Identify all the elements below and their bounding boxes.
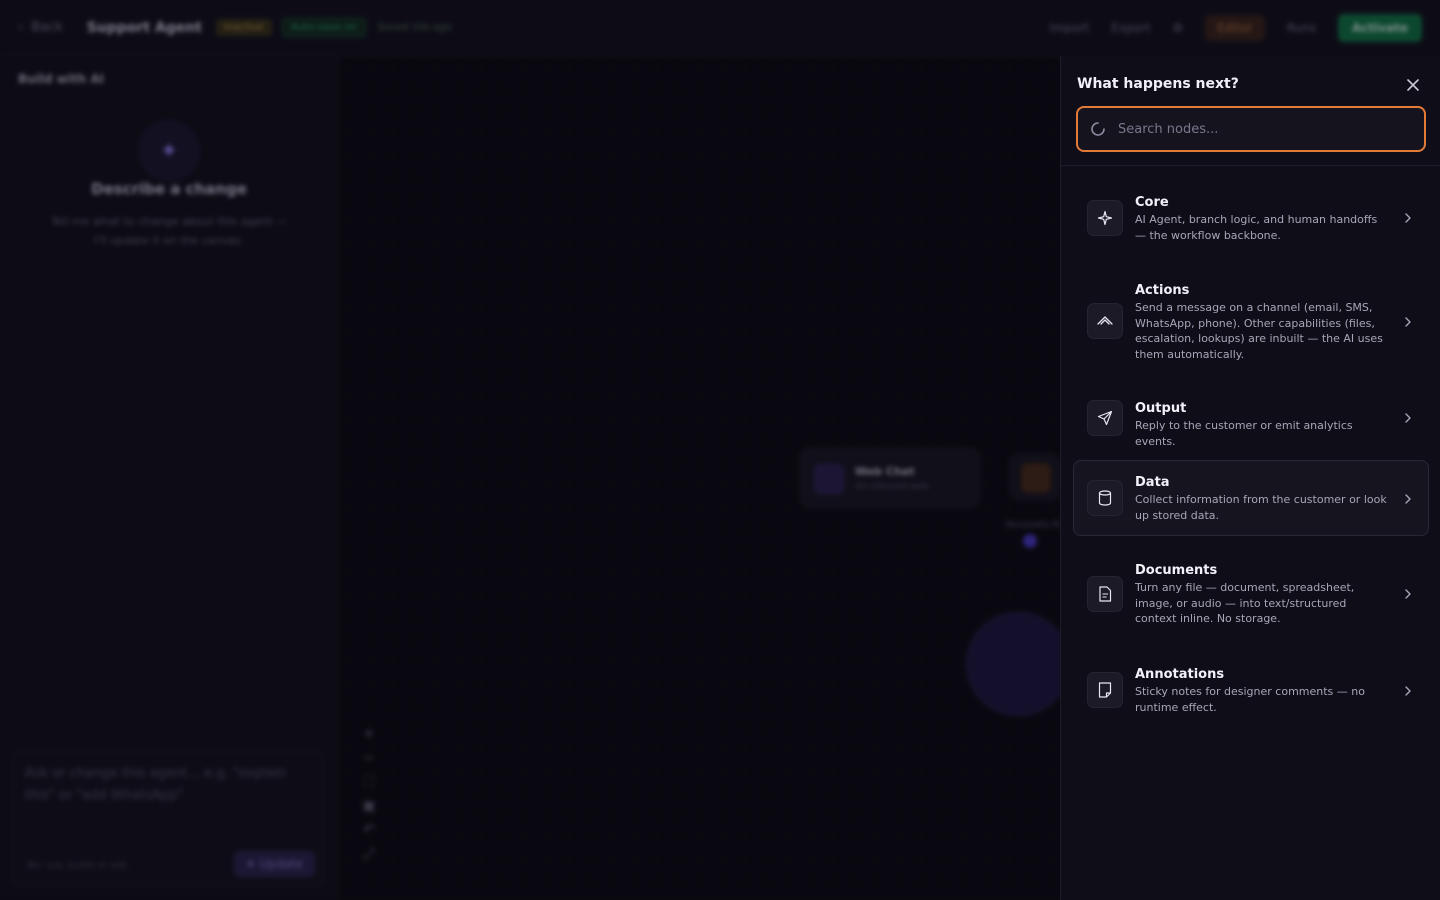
undo-icon[interactable]: ↶ xyxy=(363,822,375,838)
category-actions[interactable]: Actions Send a message on a channel (ema… xyxy=(1073,268,1429,374)
add-node-zone[interactable] xyxy=(966,612,1070,716)
category-data[interactable]: Data Collect information from the custom… xyxy=(1073,460,1429,536)
category-name: Core xyxy=(1135,195,1169,210)
note-icon xyxy=(1087,672,1123,708)
edge-label: Personality M xyxy=(1006,520,1060,529)
sparkle-icon: ✦ xyxy=(138,120,200,182)
divider xyxy=(1061,165,1440,166)
export-button[interactable]: Export xyxy=(1111,21,1150,35)
top-bar-actions: Import Export ⚙ Editor Runs Activate xyxy=(1049,13,1422,42)
wave-icon xyxy=(1087,303,1123,339)
category-name: Data xyxy=(1135,475,1170,490)
search-input[interactable] xyxy=(1118,116,1414,142)
category-name: Annotations xyxy=(1135,667,1225,682)
search-box[interactable] xyxy=(1076,106,1426,152)
activate-button[interactable]: Activate xyxy=(1337,13,1422,42)
node-picker-panel: What happens next? Core AI Agent, branch… xyxy=(1060,56,1440,900)
chevron-right-icon xyxy=(1405,317,1411,327)
editor-tab[interactable]: Editor xyxy=(1205,14,1265,41)
chevron-right-icon xyxy=(1405,213,1411,223)
zoom-out-icon[interactable]: − xyxy=(363,750,375,766)
back-button[interactable]: ‹ Back xyxy=(18,20,63,35)
describe-change-title: Describe a change xyxy=(91,180,247,198)
category-name: Output xyxy=(1135,401,1187,416)
node-title: Web Chat xyxy=(855,465,915,478)
category-output[interactable]: Output Reply to the customer or emit ana… xyxy=(1073,386,1429,448)
document-icon xyxy=(1087,576,1123,612)
top-bar: ‹ Back Support Agent Inactive Auto-save … xyxy=(0,0,1440,56)
category-name: Documents xyxy=(1135,563,1218,578)
chevron-right-icon xyxy=(1405,589,1411,599)
category-documents[interactable]: Documents Turn any file — document, spre… xyxy=(1073,548,1429,638)
chevron-right-icon xyxy=(1405,494,1411,504)
loading-spinner-icon xyxy=(1091,122,1105,136)
build-with-ai-header: Build with AI xyxy=(18,72,105,86)
ai-chat-hint: ⌘↵ use, builds or edit xyxy=(27,861,128,871)
category-annotations[interactable]: Annotations Sticky notes for designer co… xyxy=(1073,652,1429,728)
settings-icon[interactable]: ⚙ xyxy=(1172,21,1183,35)
ai-chat-box[interactable]: Ask or change this agent… e.g. "explain … xyxy=(12,750,324,886)
category-description: Send a message on a channel (email, SMS,… xyxy=(1135,301,1383,361)
category-core[interactable]: Core AI Agent, branch logic, and human h… xyxy=(1073,180,1429,254)
category-description: Reply to the customer or emit analytics … xyxy=(1135,419,1353,448)
category-description: Collect information from the customer or… xyxy=(1135,493,1387,522)
import-button[interactable]: Import xyxy=(1049,21,1089,35)
chevron-left-icon: ‹ xyxy=(18,20,24,35)
globe-icon xyxy=(813,463,845,495)
app-root: ‹ Back Support Agent Inactive Auto-save … xyxy=(0,0,1440,900)
expand-icon[interactable]: ⤢ xyxy=(363,846,374,862)
category-description: Turn any file — document, spreadsheet, i… xyxy=(1135,581,1355,625)
fit-view-icon[interactable]: ⛶ xyxy=(364,774,374,790)
chevron-right-icon xyxy=(1405,686,1411,696)
sparkle-icon xyxy=(1087,200,1123,236)
close-button[interactable] xyxy=(1402,74,1424,96)
status-badge: Inactive xyxy=(215,19,272,36)
sparkle-icon xyxy=(1021,463,1051,493)
lock-icon[interactable]: ▣ xyxy=(362,798,375,814)
close-icon xyxy=(1407,79,1419,91)
panel-title: What happens next? xyxy=(1077,76,1239,92)
category-name: Actions xyxy=(1135,283,1190,298)
describe-change-description: Tell me what to change about this agent … xyxy=(50,215,288,247)
zoom-in-icon[interactable]: + xyxy=(363,726,375,742)
connection-handle[interactable] xyxy=(1023,534,1037,548)
database-icon xyxy=(1087,480,1123,516)
back-label: Back xyxy=(31,20,63,35)
web-chat-node[interactable]: Web Chat On inbound web xyxy=(800,448,980,508)
runs-tab[interactable]: Runs xyxy=(1287,21,1316,35)
canvas-controls: + − ⛶ ▣ ↶ ⤢ xyxy=(356,726,382,862)
autosave-badge[interactable]: Auto-save on xyxy=(281,18,366,37)
category-description: Sticky notes for designer comments — no … xyxy=(1135,685,1365,714)
chevron-right-icon xyxy=(1405,413,1411,423)
category-description: AI Agent, branch logic, and human handof… xyxy=(1135,213,1378,242)
node-subtitle: On inbound web xyxy=(855,482,929,492)
send-icon xyxy=(1087,400,1123,436)
ai-chat-input[interactable]: Ask or change this agent… e.g. "explain … xyxy=(25,763,305,807)
build-with-ai-panel: Build with AI ✦ Describe a change Tell m… xyxy=(0,56,338,900)
saved-status: Saved 10s ago xyxy=(377,22,452,33)
update-button[interactable]: ✦ Update xyxy=(233,851,315,877)
agent-title: Support Agent xyxy=(86,19,202,36)
agent-node[interactable] xyxy=(1010,454,1060,500)
